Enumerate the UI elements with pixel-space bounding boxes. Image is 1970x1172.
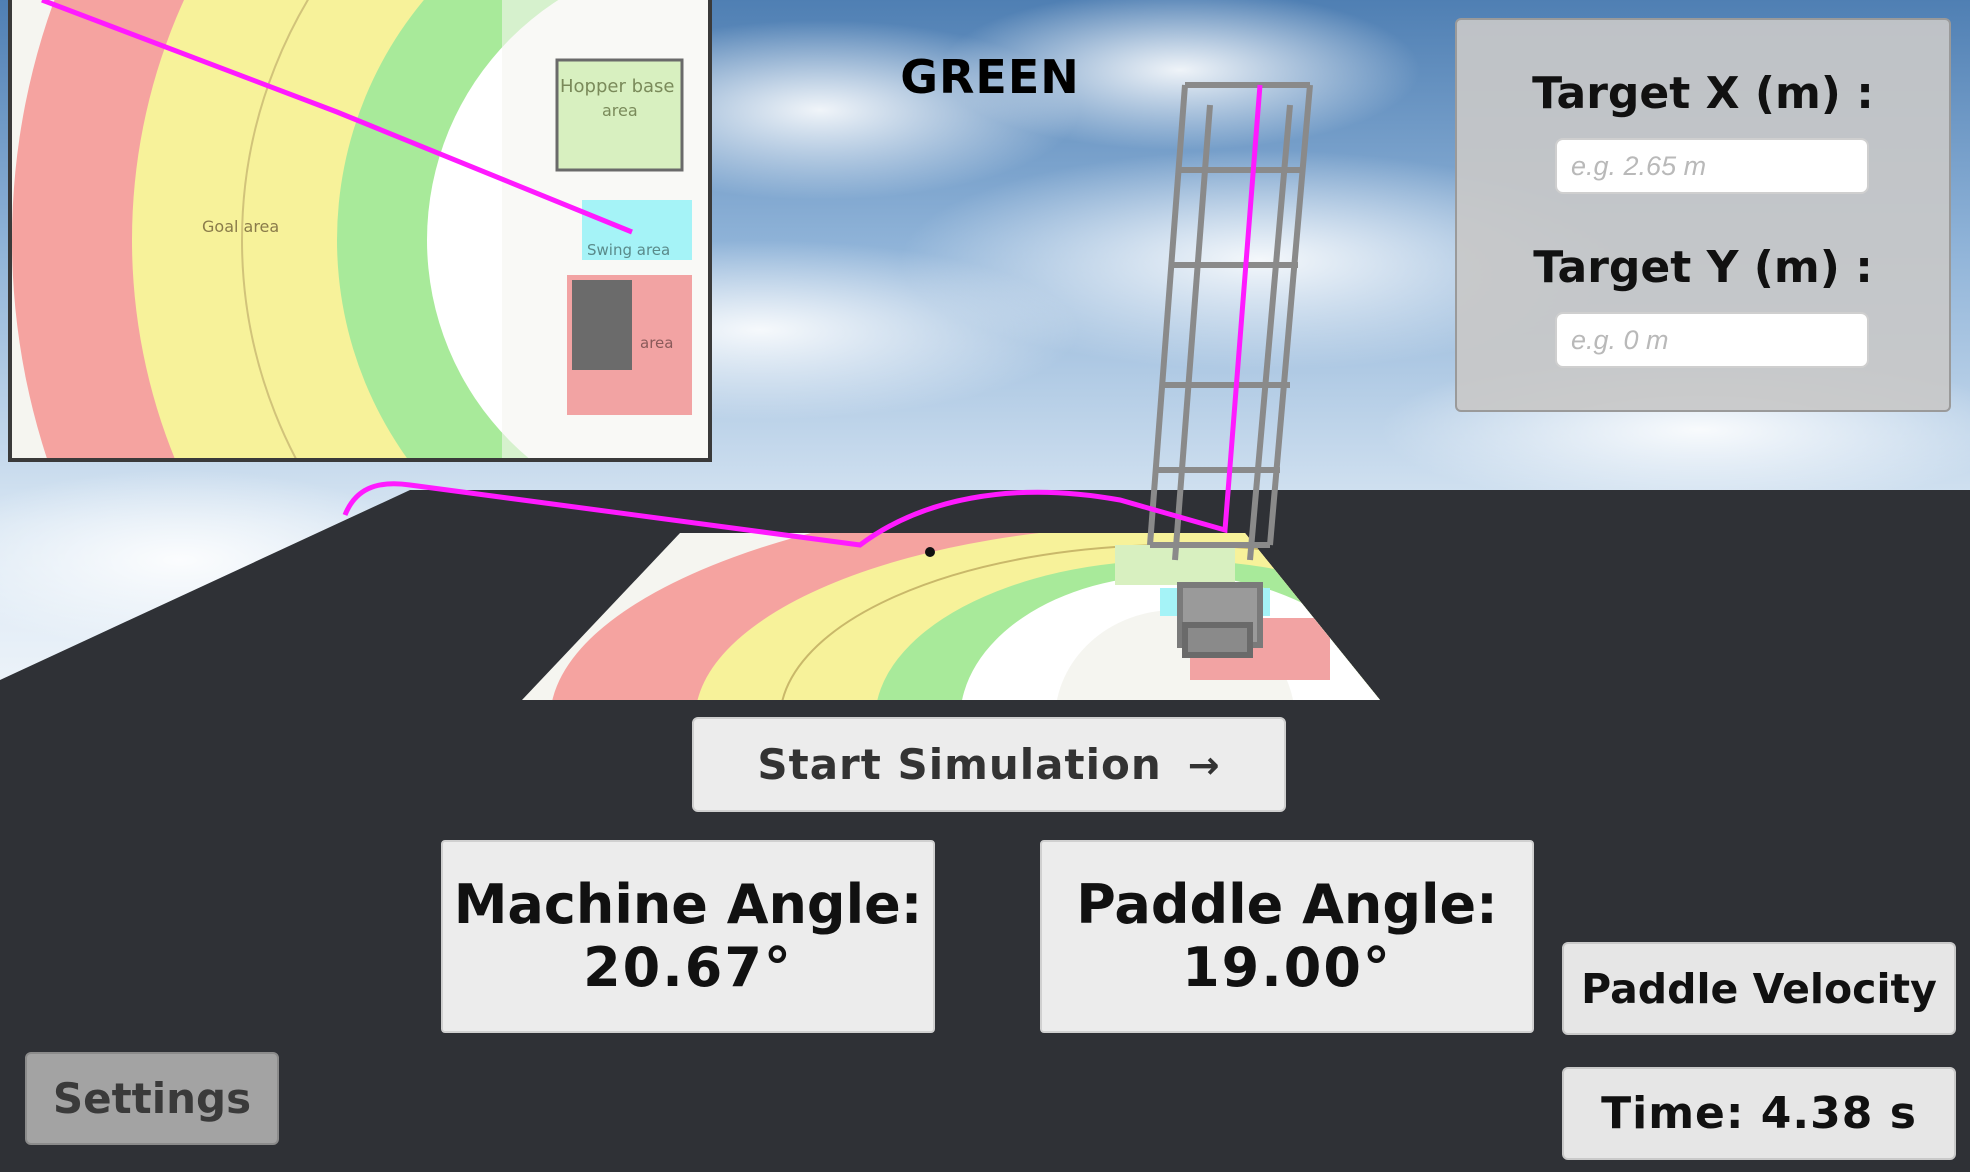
target-y-label: Target Y (m) : bbox=[1533, 242, 1873, 293]
time-readout: Time: 4.38 s bbox=[1562, 1067, 1956, 1160]
machine-angle-value: 20.67° bbox=[583, 936, 793, 999]
minimap-hopper-label: Hopper base bbox=[560, 76, 675, 97]
paddle-velocity-button[interactable]: Paddle Velocity bbox=[1562, 942, 1956, 1035]
machine-angle-readout: Machine Angle: 20.67° bbox=[441, 840, 935, 1033]
overhead-camera-view: Goal area Hopper base area Swing area ar… bbox=[8, 0, 712, 462]
target-input-panel: Target X (m) : Target Y (m) : bbox=[1455, 18, 1951, 412]
settings-label: Settings bbox=[52, 1074, 252, 1123]
settings-button[interactable]: Settings bbox=[25, 1052, 279, 1145]
team-color-label: GREEN bbox=[900, 50, 1080, 104]
minimap-goal-area-label: Goal area bbox=[202, 217, 279, 236]
target-x-label: Target X (m) : bbox=[1532, 68, 1874, 119]
minimap-hopper-area-label: area bbox=[602, 101, 638, 120]
start-simulation-button[interactable]: Start Simulation → bbox=[692, 717, 1286, 812]
ball-icon bbox=[925, 547, 935, 557]
paddle-angle-label: Paddle Angle: bbox=[1076, 873, 1498, 936]
machine-angle-label: Machine Angle: bbox=[453, 873, 923, 936]
right-arrow-icon: → bbox=[1187, 742, 1221, 787]
start-simulation-label: Start Simulation bbox=[757, 740, 1162, 789]
target-y-input[interactable] bbox=[1555, 312, 1869, 368]
paddle-velocity-label: Paddle Velocity bbox=[1581, 964, 1937, 1013]
target-x-input[interactable] bbox=[1555, 138, 1869, 194]
paddle-angle-readout: Paddle Angle: 19.00° bbox=[1040, 840, 1534, 1033]
paddle-angle-value: 19.00° bbox=[1182, 936, 1392, 999]
minimap-red-area-label: area bbox=[640, 334, 673, 352]
minimap-swing-area-label: Swing area bbox=[587, 241, 670, 259]
